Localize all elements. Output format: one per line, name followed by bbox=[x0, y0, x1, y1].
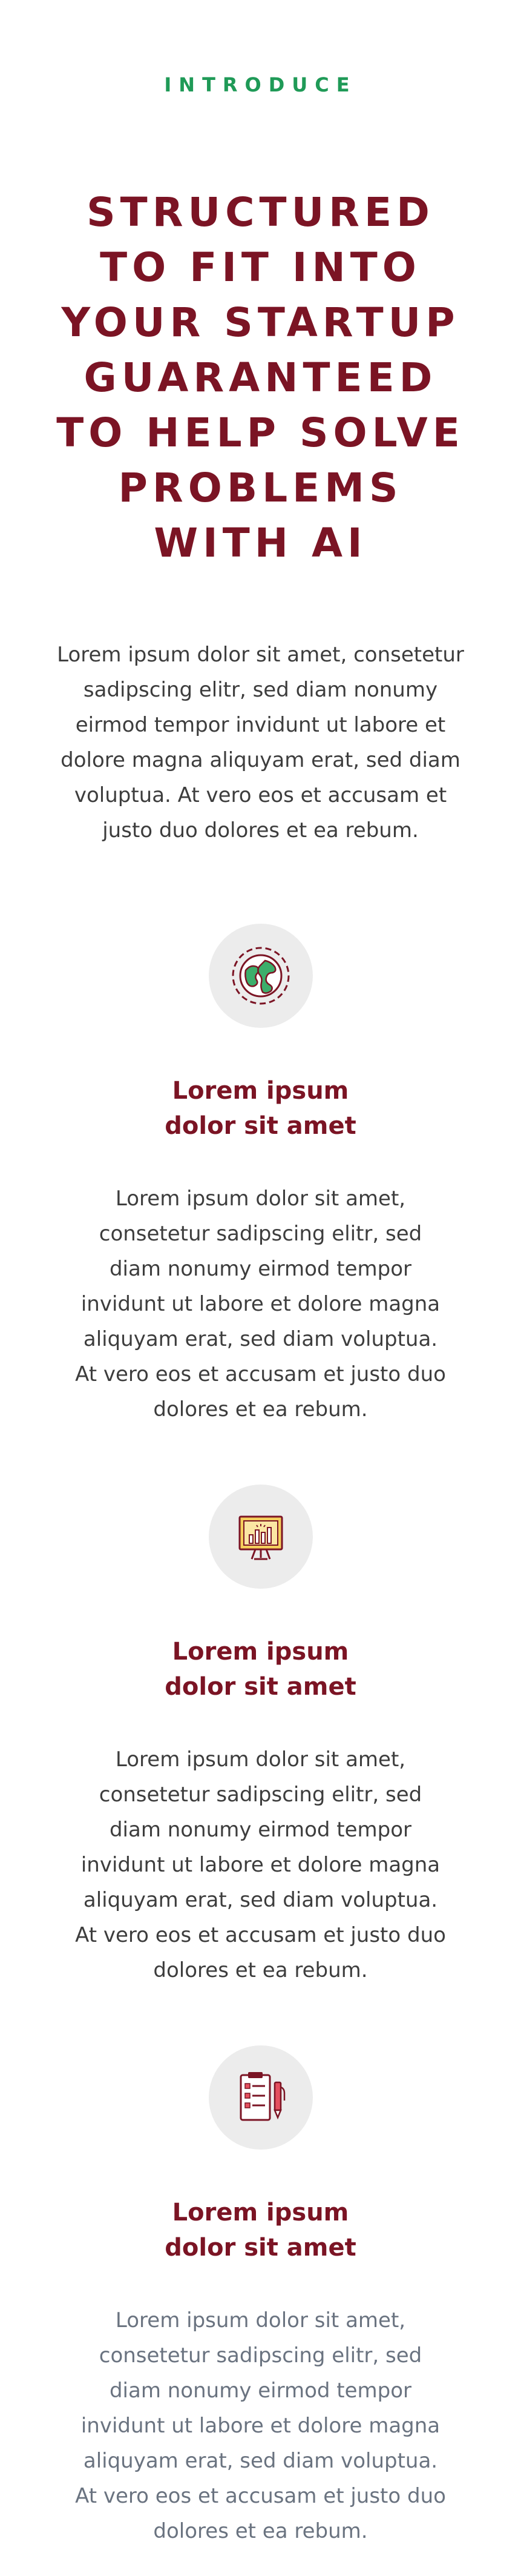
feature-text: Lorem ipsum dolor sit amet, consetetur s… bbox=[75, 1747, 446, 1982]
globe-icon-circle bbox=[208, 924, 313, 1028]
clipboard-pen-icon bbox=[240, 2072, 285, 2121]
eyebrow-label: INTRODUCE bbox=[164, 73, 357, 96]
page: INTRODUCE STRUCTURED TO FIT INTO YOUR ST… bbox=[0, 0, 521, 2576]
globe-icon bbox=[232, 947, 289, 1005]
hero-title: STRUCTURED TO FIT INTO YOUR STARTUP GUAR… bbox=[56, 189, 465, 566]
feature-title: Lorem ipsum dolor sit amet bbox=[165, 1077, 356, 1140]
feature-card: Lorem ipsum dolor sit amet Lorem ipsum d… bbox=[42, 2045, 479, 2549]
feature-title: Lorem ipsum dolor sit amet bbox=[165, 2199, 356, 2262]
feature-text: Lorem ipsum dolor sit amet, consetetur s… bbox=[75, 2308, 446, 2543]
feature-text: Lorem ipsum dolor sit amet, consetetur s… bbox=[75, 1187, 446, 1422]
clipboard-icon-circle bbox=[208, 2045, 313, 2150]
presentation-chart-icon bbox=[238, 1515, 283, 1560]
feature-title: Lorem ipsum dolor sit amet bbox=[165, 1638, 356, 1701]
presentation-icon-circle bbox=[208, 1485, 313, 1589]
feature-card: Lorem ipsum dolor sit amet Lorem ipsum d… bbox=[42, 924, 479, 1427]
intro-paragraph: Lorem ipsum dolor sit amet, consetetur s… bbox=[57, 643, 464, 843]
feature-card: Lorem ipsum dolor sit amet Lorem ipsum d… bbox=[42, 1485, 479, 1988]
